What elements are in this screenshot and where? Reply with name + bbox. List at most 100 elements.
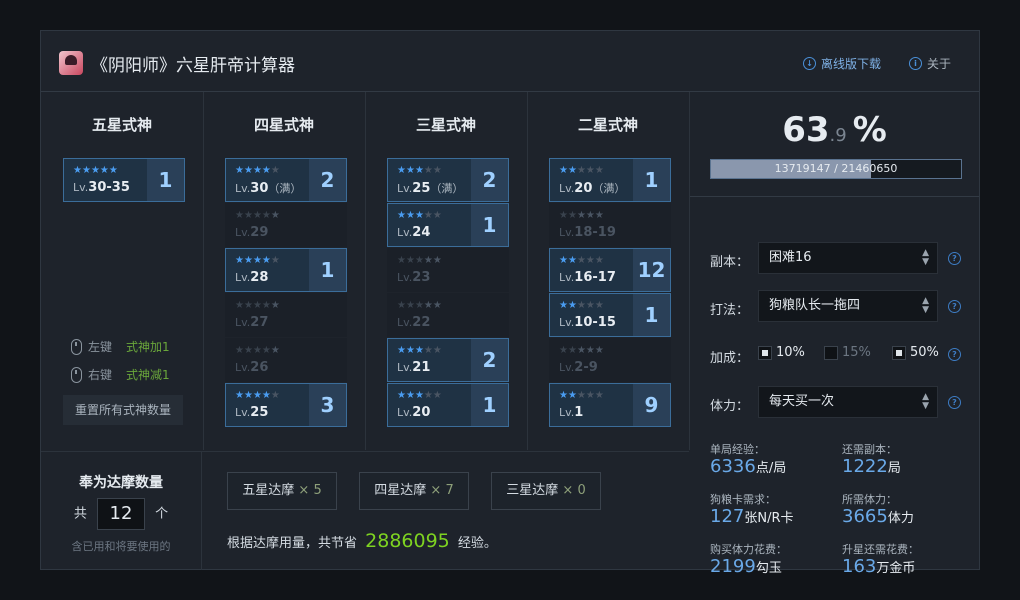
stat-value: 6336点/局 [710,456,786,477]
shikigami-card[interactable]: ★★★★★ Lv.25（满） 2 [387,158,509,202]
daruma-label: 三星达摩 [506,483,559,498]
column-title: 三星式神 [415,116,476,134]
level-label: Lv.29 [235,225,269,240]
stat-number: 163 [842,556,877,577]
about-link[interactable]: i 关于 [909,55,951,72]
card-count: 1 [471,204,508,246]
star-rating-icon: ★★★★★ [559,300,604,311]
shikigami-card[interactable]: ★★★★★ Lv.20（满） 1 [549,158,671,202]
reset-all-button[interactable]: 重置所有式神数量 [63,395,183,425]
daruma-title: 奉为达摩数量 [79,475,163,491]
level-prefix: Lv. [397,361,413,374]
stat-label: 狗粮卡需求： [710,493,776,506]
card-count: 9 [633,384,670,426]
divider [690,196,979,197]
level-prefix: Lv. [397,226,413,239]
help-icon[interactable]: ? [948,300,961,313]
level-label: Lv.22 [397,315,431,330]
offline-download-label: 离线版下载 [821,57,882,71]
daruma-label: 四星达摩 [374,483,427,498]
daruma-three-star-button[interactable]: 三星达摩 × 0 [491,472,601,510]
shikigami-card[interactable]: ★★★★★ Lv.26 [225,338,347,382]
card-count: 1 [633,294,670,336]
bonus-option-10[interactable]: 10% [758,345,805,360]
star-rating-icon: ★★★★★ [235,165,280,176]
shikigami-card[interactable]: ★★★★★ Lv.25 3 [225,383,347,427]
daruma-mult: × 5 [298,483,322,498]
level-prefix: Lv. [235,182,251,195]
daruma-count-row: 共 12 个 [41,498,201,530]
level-prefix: Lv. [559,271,575,284]
help-icon[interactable]: ? [948,252,961,265]
bonus-option-50[interactable]: 50% [892,345,939,360]
level-prefix: Lv. [235,226,251,239]
level-label: Lv.27 [235,315,269,330]
shikigami-card[interactable]: ★★★★★ Lv.30（满） 2 [225,158,347,202]
shikigami-card[interactable]: ★★★★★ Lv.18-19 [549,203,671,247]
help-icon[interactable]: ? [948,396,961,409]
offline-download-link[interactable]: ↓ 离线版下载 [803,55,881,72]
card-count: 1 [633,159,670,201]
mouse-icon [71,366,82,383]
stat-label: 购买体力花费： [710,543,787,556]
app-title: 《阴阳师》六星肝帝计算器 [91,56,295,76]
column-two-star: 二星式神 ★★★★★ Lv.20（满） 1 ★★★★★ Lv.18-19 ★★★★★ Lv.… [527,92,690,450]
saving-suffix: 经验。 [457,536,497,551]
level-label: Lv.30（满） [235,181,302,196]
daruma-mult: × 0 [562,483,586,498]
stat-unit: 张N/R卡 [744,511,794,526]
stamina-select[interactable]: 每天买一次 ▲ ▼ [758,386,938,418]
bonus-value: 10% [776,345,805,360]
star-rating-icon: ★★★★★ [397,255,442,266]
daruma-five-star-button[interactable]: 五星达摩 × 5 [227,472,337,510]
stat-label: 单局经验： [710,443,765,456]
hint-right-action: 式神减1 [126,368,170,382]
shikigami-card[interactable]: ★★★★★ Lv.23 [387,248,509,292]
help-icon[interactable]: ? [948,348,961,361]
shikigami-card[interactable]: ★★★★★ Lv.2-9 [549,338,671,382]
shikigami-card[interactable]: ★★★★★ Lv.1 9 [549,383,671,427]
level-label: Lv.25（满） [397,181,464,196]
level-prefix: Lv. [235,406,251,419]
star-rating-icon: ★★★★★ [235,255,280,266]
daruma-prefix: 共 [73,506,87,522]
stat-unit: 体力 [887,511,914,526]
stat-number: 3665 [842,506,888,527]
stat-value: 3665体力 [842,506,914,527]
stat-number: 1222 [842,456,888,477]
bonus-label: 加成： [710,351,750,366]
level-label: Lv.24 [397,225,431,240]
stat-value: 1222局 [842,456,901,477]
shikigami-card[interactable]: ★★★★★ Lv.24 1 [387,203,509,247]
stamina-label: 体力： [710,399,750,414]
dungeon-select[interactable]: 困难16 ▲ ▼ [758,242,938,274]
shikigami-card[interactable]: ★★★★★ Lv.10-15 1 [549,293,671,337]
shikigami-card[interactable]: ★★★★★ Lv.29 [225,203,347,247]
stat-unit: 点/局 [755,461,787,476]
bonus-option-15[interactable]: 15% [824,345,871,360]
star-rating-icon: ★★★★★ [397,345,442,356]
level-label: Lv.20（满） [559,181,626,196]
daruma-count-input[interactable]: 12 [97,498,145,530]
daruma-four-star-button[interactable]: 四星达摩 × 7 [359,472,469,510]
shikigami-card[interactable]: ★★★★★ Lv.20 1 [387,383,509,427]
level-label: Lv.20 [397,405,431,420]
shikigami-card[interactable]: ★★★★★ Lv.21 2 [387,338,509,382]
header: 《阴阳师》六星肝帝计算器 ↓ 离线版下载 i 关于 [41,31,979,92]
method-select[interactable]: 狗粮队长一拖四 ▲ ▼ [758,290,938,322]
percent-sign: % [852,110,887,150]
shikigami-card[interactable]: ★★★★★ Lv.27 [225,293,347,337]
shikigami-card[interactable]: ★★★★★ Lv.30-35 1 [63,158,185,202]
bonus-value: 15% [842,345,871,360]
level-label: Lv.2-9 [559,360,598,375]
stat-number: 2199 [710,556,756,577]
star-rating-icon: ★★★★★ [559,345,604,356]
shikigami-card[interactable]: ★★★★★ Lv.22 [387,293,509,337]
dungeon-label: 副本： [710,255,750,270]
result-panel: 63.9% 13719147 / 21460650 副本： 困难16 ▲ ▼ ? … [690,92,979,577]
shikigami-card[interactable]: ★★★★★ Lv.16-17 12 [549,248,671,292]
shikigami-card[interactable]: ★★★★★ Lv.28 1 [225,248,347,292]
star-rating-icon: ★★★★★ [235,210,280,221]
column-title: 二星式神 [577,116,638,134]
stat-value: 163万金币 [842,556,915,577]
